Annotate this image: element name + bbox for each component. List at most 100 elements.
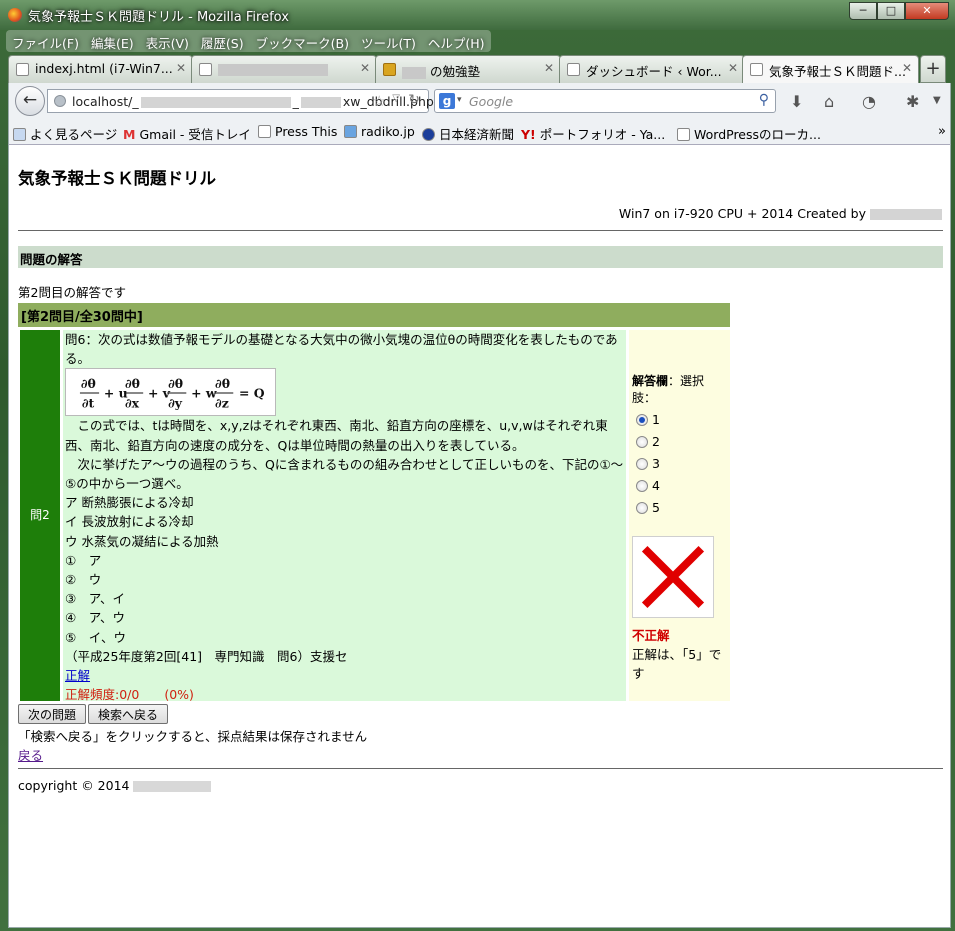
question-paragraph-1: この式では、tは時間を、x,y,zはそれぞれ東西、南北、鉛直方向の座標を、u,v… (65, 418, 608, 453)
page-icon (750, 63, 763, 76)
window-title: 気象予報士ＳＫ問題ドリル - Mozilla Firefox (28, 10, 289, 25)
choice-2[interactable]: 2 (632, 434, 727, 450)
menu-history[interactable]: 履歴(S) (195, 30, 250, 52)
sync-icon[interactable]: ◔ (862, 92, 876, 111)
question-paragraph-2: 次に挙げたア〜ウの過程のうち、Qに含まれるものの組み合わせとして正しいものを、下… (65, 456, 624, 492)
back-to-search-button[interactable]: 検索へ戻る (88, 704, 169, 724)
bookmark-press-this[interactable]: Press This (258, 124, 337, 139)
tab-strip: indexj.html (i7-Win7... ✕ ✕ の勉強塾 ✕ ダッシュボ… (8, 55, 948, 84)
back-link[interactable]: 戻る (18, 745, 43, 764)
bookmark-portfolio[interactable]: Y! ポートフォリオ - Ya... (521, 124, 665, 143)
bookmark-nikkei[interactable]: 日本経済新聞 (422, 124, 514, 143)
divider (18, 230, 943, 231)
back-button[interactable]: ← (15, 86, 45, 116)
choice-3[interactable]: 3 (632, 456, 727, 472)
tab-dashboard[interactable]: ダッシュボード ‹ Wor... ✕ (559, 55, 745, 83)
process-item: ウ 水蒸気の凝結による加熱 (65, 533, 219, 549)
page-icon (16, 63, 29, 76)
menu-view[interactable]: 表示(V) (140, 30, 195, 52)
process-item: イ 長波放射による冷却 (65, 514, 194, 530)
formula-image: ∂θ∂t + u ∂θ∂x + v ∂θ∂y + w ∂θ∂z = Q (65, 368, 276, 417)
radio[interactable] (636, 458, 648, 470)
question-source: （平成25年度第2回[41] 専門知識 問6）支援セ (65, 648, 348, 664)
svg-text:∂t: ∂t (82, 396, 95, 411)
reload-icon[interactable]: ↻ (408, 92, 420, 108)
section-heading: 問題の解答 (18, 246, 943, 268)
choice-1[interactable]: 1 (632, 412, 727, 428)
addon-icon[interactable]: ✱ (906, 92, 919, 111)
search-bar[interactable]: g ▾ Google ⚲ (434, 89, 776, 113)
tab-label: 気象予報士ＳＫ問題ド... (769, 64, 906, 79)
svg-text:∂θ: ∂θ (215, 377, 230, 392)
yahoo-icon: Y! (521, 127, 536, 142)
close-tab-icon[interactable]: ✕ (902, 61, 912, 75)
radio-selected[interactable] (636, 414, 648, 426)
svg-text:= Q: = Q (239, 386, 265, 401)
search-icon[interactable]: ⚲ (759, 92, 769, 108)
redacted-text (402, 66, 426, 79)
svg-text:∂x: ∂x (125, 396, 140, 411)
bookmark-star-icon[interactable]: ☆ (373, 92, 386, 110)
menu-file[interactable]: ファイル(F) (6, 30, 85, 52)
google-icon[interactable]: g (439, 93, 455, 109)
page-icon (567, 63, 580, 76)
download-icon[interactable]: ⬇ (790, 92, 803, 111)
navigation-toolbar: ← localhost/_ _ xw_dbdrill.php ☆ ▽ ↻ g ▾ G… (8, 83, 951, 119)
redacted-text (300, 97, 341, 108)
maximize-button[interactable]: □ (877, 2, 905, 20)
bookmark-gmail[interactable]: M Gmail - 受信トレイ (123, 124, 251, 143)
created-by: Win7 on i7-920 CPU + 2014 Created by (619, 206, 942, 221)
redacted-text (870, 209, 942, 220)
menu-help[interactable]: ヘルプ(H) (422, 30, 491, 52)
close-tab-icon[interactable]: ✕ (544, 61, 554, 75)
chevron-down-icon[interactable]: ▼ (933, 95, 941, 106)
choice-5[interactable]: 5 (632, 500, 727, 516)
new-tab-button[interactable]: + (920, 55, 946, 83)
window-controls: ─ □ ✕ (849, 2, 949, 20)
incorrect-x-icon (632, 536, 714, 618)
close-tab-icon[interactable]: ✕ (728, 61, 738, 75)
search-engine-dropdown-icon[interactable]: ▾ (457, 95, 462, 105)
site-icon (383, 63, 396, 76)
bookmark-most-visited[interactable]: よく見るページ (13, 124, 117, 143)
svg-text:∂θ: ∂θ (168, 377, 183, 392)
radio[interactable] (636, 480, 648, 492)
process-item: ア 断熱膨張による冷却 (65, 495, 194, 511)
redacted-text (218, 63, 328, 76)
copyright: copyright © 2014 (18, 778, 212, 793)
page-content: 気象予報士ＳＫ問題ドリル Win7 on i7-920 CPU + 2014 C… (8, 145, 951, 928)
bookmark-icon (13, 128, 26, 141)
close-tab-icon[interactable]: ✕ (360, 61, 370, 75)
minimize-button[interactable]: ─ (849, 2, 877, 20)
answer-panel: 解答欄：選択肢： 1 2 3 4 5 不正解 正解は、「5」です (629, 330, 730, 701)
more-bookmarks-icon[interactable]: » (938, 124, 946, 139)
url-bar[interactable]: localhost/_ _ xw_dbdrill.php ☆ ▽ ↻ (47, 89, 434, 113)
correct-frequency: 正解頻度:0/0 (0%) (65, 687, 194, 703)
menu-edit[interactable]: 編集(E) (85, 30, 140, 52)
window-titlebar: 気象予報士ＳＫ問題ドリル - Mozilla Firefox ─ □ ✕ (0, 0, 955, 30)
home-icon[interactable]: ⌂ (824, 92, 834, 111)
menu-bookmarks[interactable]: ブックマーク(B) (250, 30, 355, 52)
radiko-icon (344, 125, 357, 138)
menu-tools[interactable]: ツール(T) (355, 30, 422, 52)
bookmark-radiko[interactable]: radiko.jp (344, 124, 415, 139)
close-tab-icon[interactable]: ✕ (176, 61, 186, 75)
close-window-button[interactable]: ✕ (905, 2, 949, 20)
radio[interactable] (636, 502, 648, 514)
correct-answer-link[interactable]: 正解 (65, 668, 90, 683)
tab-indexj[interactable]: indexj.html (i7-Win7... ✕ (8, 55, 193, 83)
tab-active-drill[interactable]: 気象予報士ＳＫ問題ド... ✕ (742, 55, 919, 84)
next-question-button[interactable]: 次の問題 (18, 704, 87, 724)
gmail-icon: M (123, 127, 136, 142)
page-icon (199, 63, 212, 76)
choice-4[interactable]: 4 (632, 478, 727, 494)
bookmark-wordpress[interactable]: WordPressのローカ... (677, 124, 821, 143)
history-dropdown-icon[interactable]: ▽ (392, 93, 400, 104)
tab-study[interactable]: の勉強塾 ✕ (375, 55, 561, 83)
tab-blurred[interactable]: ✕ (191, 55, 377, 83)
tab-label: indexj.html (i7-Win7... (35, 61, 173, 76)
globe-icon (54, 95, 66, 107)
tab-label: ダッシュボード ‹ Wor... (586, 64, 722, 79)
radio[interactable] (636, 436, 648, 448)
svg-text:∂y: ∂y (168, 396, 183, 411)
